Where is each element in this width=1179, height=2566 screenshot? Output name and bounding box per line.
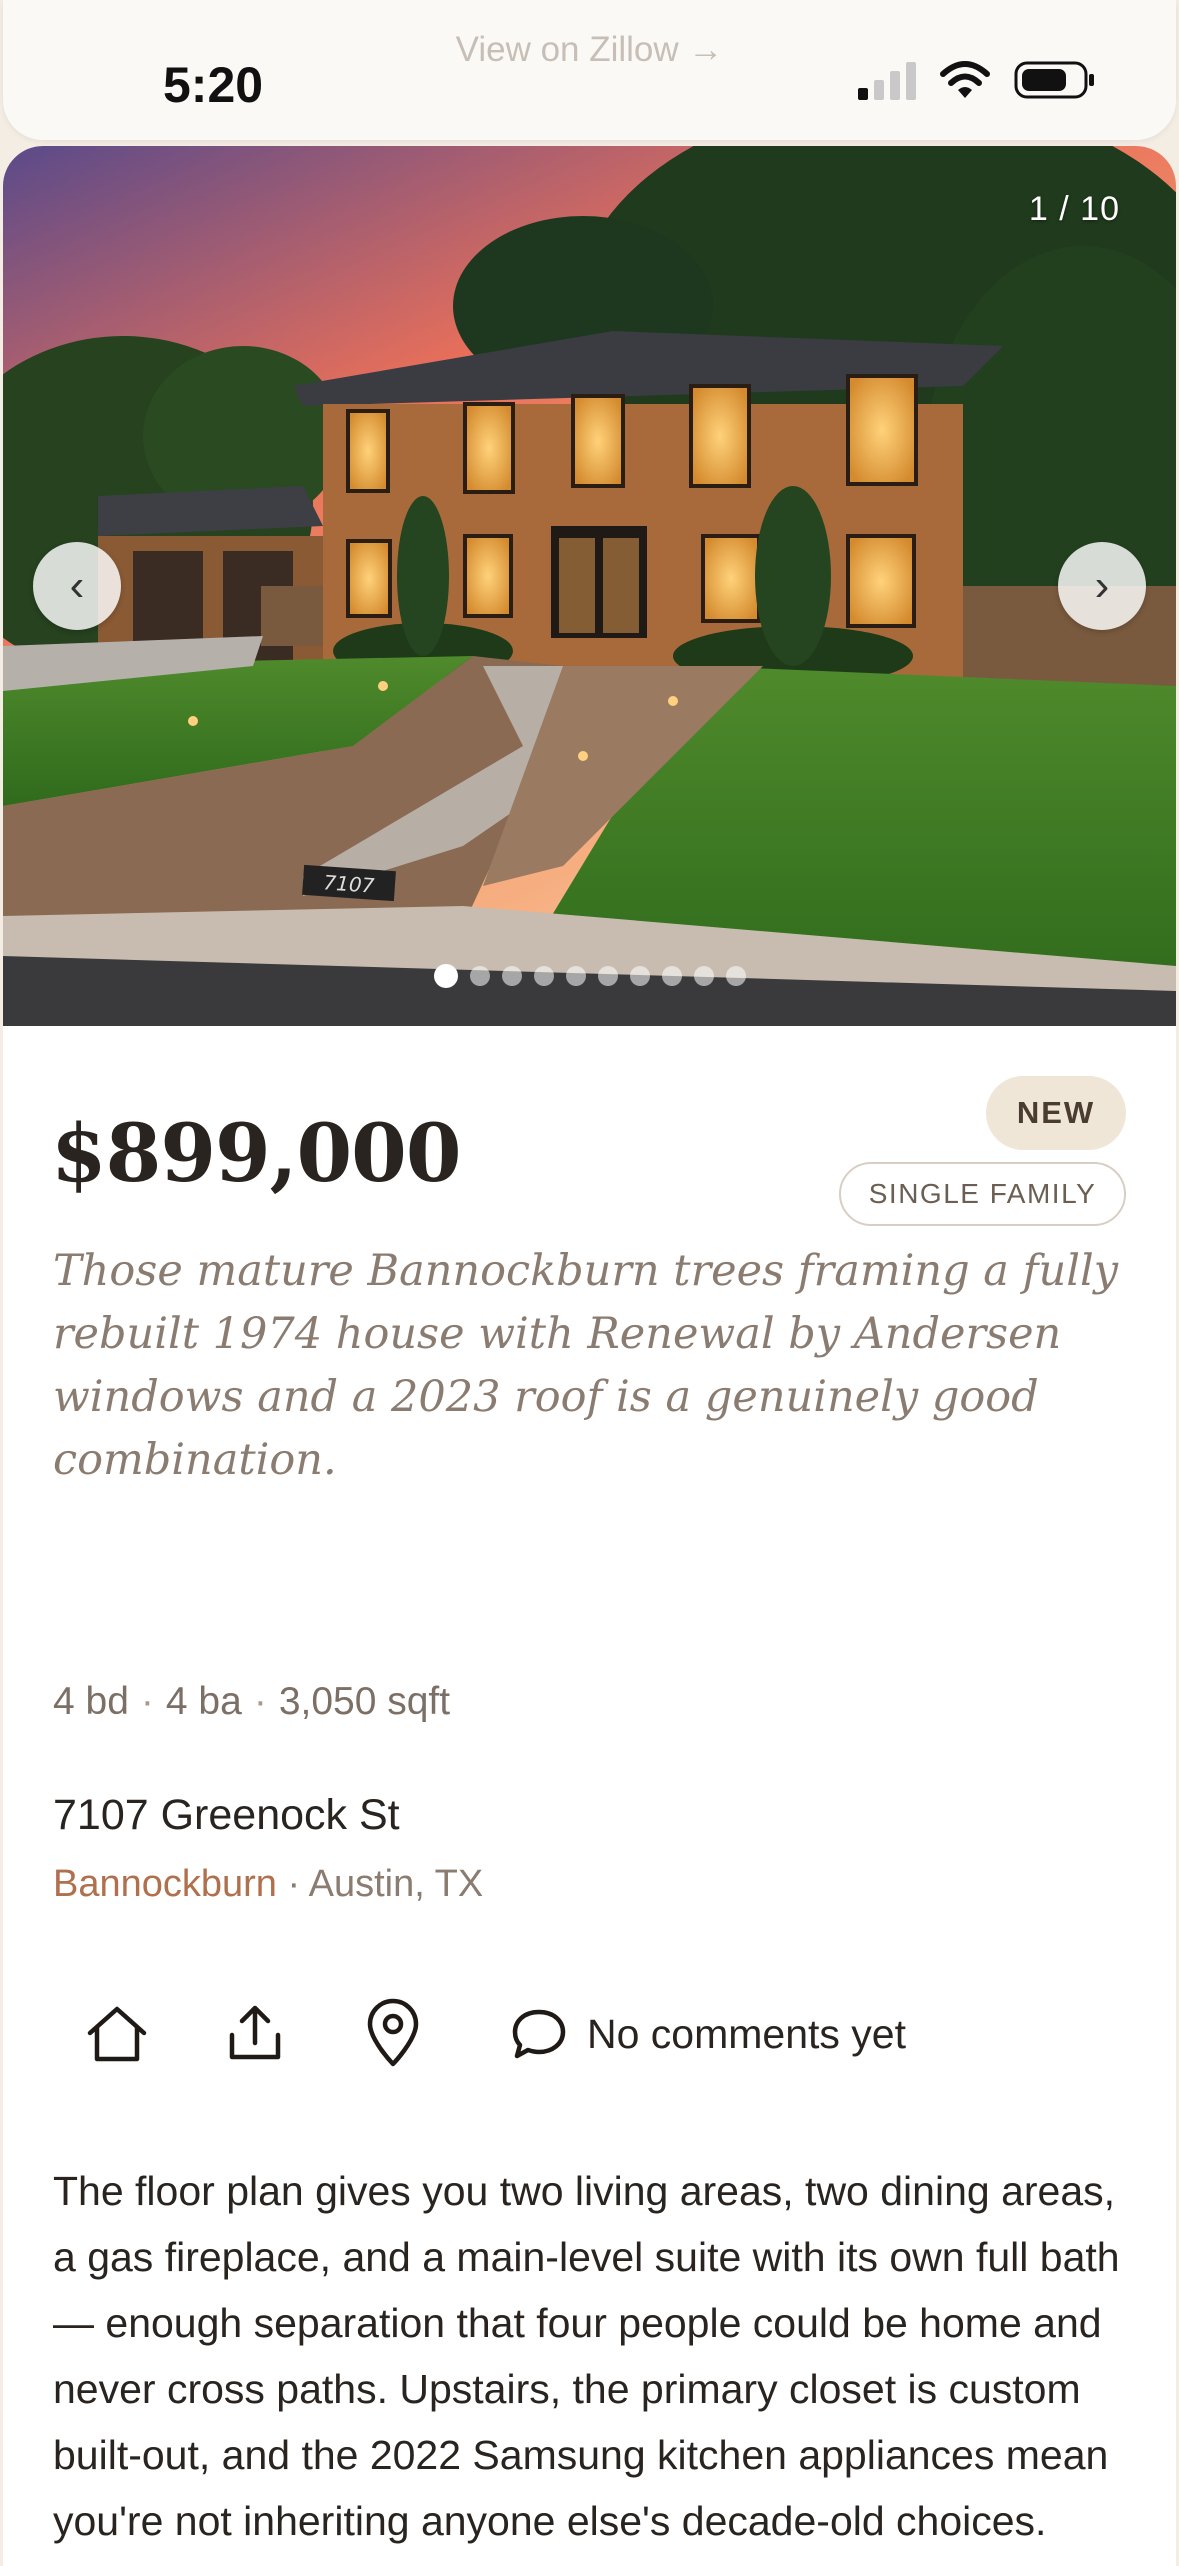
photo-pagination-dots [3, 964, 1176, 988]
stats-separator: · [140, 1680, 154, 1723]
address-plaque: 7107 [323, 870, 376, 898]
city-state: · Austin, TX [287, 1863, 484, 1905]
pagination-dot[interactable] [597, 966, 618, 986]
pagination-dot[interactable] [693, 966, 714, 986]
comment-icon [512, 2009, 566, 2059]
pagination-dot[interactable] [725, 966, 746, 986]
listing-card: 7107 1 / 10 ‹ › $899,000 NEW SINGLE FAMI… [3, 146, 1176, 2566]
wifi-icon [940, 61, 990, 98]
locality: Bannockburn · Austin, TX [53, 1863, 483, 1906]
status-bar: 5:20 View on Zillow → [3, 0, 1176, 140]
chevron-left-icon: ‹ [69, 561, 85, 610]
photo-counter: 1 / 10 [1028, 190, 1120, 228]
beds-count: 4 bd [53, 1680, 129, 1723]
property-type-badge: SINGLE FAMILY [839, 1162, 1126, 1226]
pagination-dot[interactable] [629, 966, 650, 986]
pagination-dot[interactable] [565, 966, 586, 986]
battery-icon [1014, 61, 1094, 99]
street-address: 7107 Greenock St [53, 1791, 400, 1839]
previous-photo-button[interactable]: ‹ [33, 542, 121, 630]
share-icon[interactable] [219, 1998, 291, 2070]
pagination-dot[interactable] [661, 966, 682, 986]
chevron-right-icon: › [1094, 561, 1110, 610]
listing-stats: 4 bd · 4 ba · 3,050 sqft [53, 1680, 450, 1724]
pagination-dot[interactable] [501, 966, 522, 986]
action-bar: No comments yet [81, 1998, 906, 2070]
neighborhood-link[interactable]: Bannockburn [53, 1863, 277, 1905]
next-photo-button[interactable]: › [1058, 542, 1146, 630]
pagination-dot[interactable] [469, 966, 490, 986]
listing-tagline: Those mature Bannockburn trees framing a… [53, 1246, 1118, 1485]
pagination-dot[interactable] [433, 964, 458, 988]
pagination-dot[interactable] [533, 966, 554, 986]
listing-price: $899,000 [51, 1106, 461, 1200]
comments-button[interactable]: No comments yet [509, 2004, 906, 2064]
new-badge: NEW [986, 1076, 1126, 1150]
listing-photo[interactable]: 7107 1 / 10 ‹ › [3, 146, 1176, 1026]
signal-icon [858, 62, 916, 100]
home-icon[interactable] [81, 1998, 153, 2070]
listing-description: The floor plan gives you two living area… [53, 2168, 1120, 2566]
square-footage: 3,050 sqft [278, 1680, 451, 1723]
baths-count: 4 ba [165, 1680, 242, 1723]
status-icons [858, 60, 1096, 100]
comments-label: No comments yet [587, 2010, 906, 2057]
map-pin-icon[interactable] [357, 1998, 429, 2070]
stats-separator: · [253, 1680, 267, 1723]
